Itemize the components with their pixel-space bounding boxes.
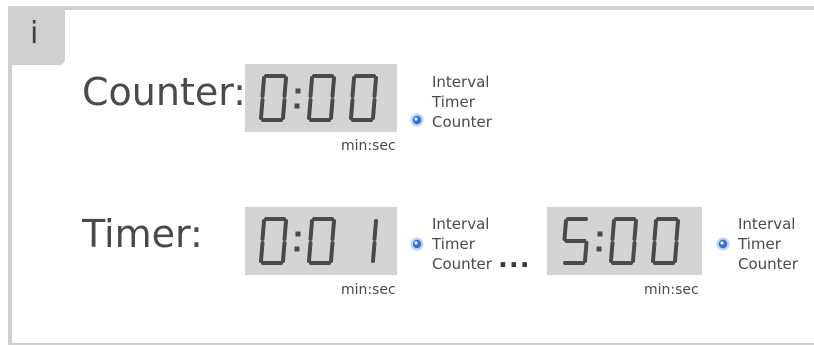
digit-segment — [282, 219, 288, 241]
digit-segment — [282, 76, 288, 98]
counter-mode-list: Interval Timer Counter — [432, 72, 492, 132]
timer-end-mode-list: Interval Timer Counter — [738, 214, 798, 274]
colon-dot — [294, 246, 300, 252]
digit-segment — [307, 241, 313, 263]
counter-label: Counter: — [82, 70, 246, 114]
timer-end-lcd-display — [547, 207, 702, 275]
mode-timer: Timer — [738, 235, 781, 253]
colon-dot — [597, 231, 603, 237]
digit-segment — [259, 241, 265, 263]
mode-counter: Counter — [738, 255, 798, 273]
digit-segment — [583, 241, 589, 263]
digit-segment — [673, 241, 679, 263]
timer-end-seven-segment — [562, 217, 680, 265]
digit-segment — [307, 98, 313, 120]
digit-segment — [610, 219, 616, 241]
active-mode-indicator-icon — [410, 236, 424, 251]
info-tab: i — [8, 6, 65, 65]
digit-segment — [330, 219, 336, 241]
mode-interval: Interval — [738, 215, 796, 233]
digit-segment — [350, 76, 356, 98]
digit-segment — [281, 241, 287, 263]
mode-counter: Counter — [432, 255, 492, 273]
timer-start-unit-label: min:sec — [341, 282, 396, 298]
digit-segment — [372, 219, 378, 241]
timer-start-lcd-display — [245, 207, 397, 275]
timer-end-unit-label: min:sec — [644, 282, 699, 298]
counter-seven-segment — [259, 74, 378, 122]
active-mode-indicator-icon — [716, 236, 730, 251]
digit-segment — [371, 241, 377, 263]
panel-top-border — [8, 6, 814, 10]
mode-counter: Counter — [432, 113, 492, 131]
digit-segment — [609, 241, 615, 263]
digit-segment — [651, 241, 657, 263]
colon-dot — [295, 231, 301, 237]
mode-interval: Interval — [432, 215, 490, 233]
digit-segment — [371, 98, 377, 120]
active-mode-indicator-icon — [410, 112, 424, 127]
digit-segment — [652, 219, 658, 241]
digit-segment — [349, 98, 355, 120]
mode-interval: Interval — [432, 73, 490, 91]
digit-segment — [308, 219, 314, 241]
digit-segment — [372, 76, 378, 98]
colon-dot — [596, 246, 602, 252]
info-icon: i — [30, 16, 39, 51]
digit-segment — [631, 241, 637, 263]
digit-segment — [308, 76, 314, 98]
digit-segment — [260, 76, 266, 98]
counter-unit-label: min:sec — [341, 138, 396, 154]
digit-segment — [674, 219, 680, 241]
digit-segment — [632, 219, 638, 241]
digit-segment — [562, 219, 568, 241]
mode-timer: Timer — [432, 93, 475, 111]
digit-segment — [329, 241, 335, 263]
timer-label: Timer: — [82, 212, 203, 256]
digit-segment — [330, 76, 336, 98]
timer-start-seven-segment — [259, 217, 378, 265]
digit-segment — [259, 98, 265, 120]
counter-lcd-display — [245, 64, 397, 132]
digit-segment — [281, 98, 287, 120]
mode-timer: Timer — [432, 235, 475, 253]
ellipsis: ... — [498, 244, 531, 274]
colon-dot — [294, 103, 300, 109]
timer-start-mode-list: Interval Timer Counter — [432, 214, 492, 274]
digit-segment — [260, 219, 266, 241]
colon-dot — [295, 88, 301, 94]
digit-segment — [329, 98, 335, 120]
